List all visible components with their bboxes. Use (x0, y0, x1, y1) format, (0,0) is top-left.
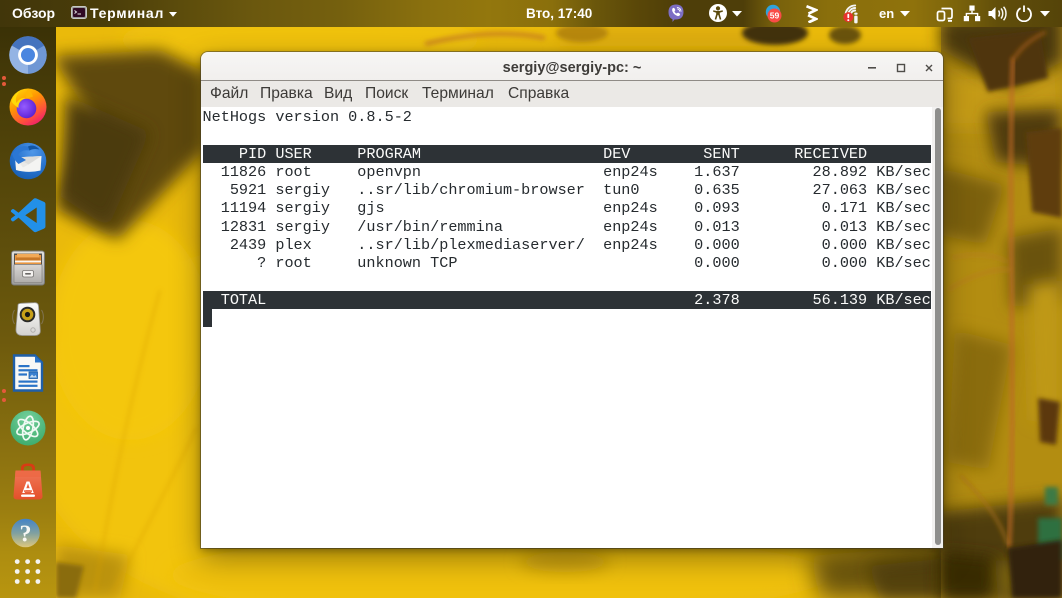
svg-text:?: ? (20, 522, 32, 548)
svg-text:A: A (22, 478, 34, 497)
svg-text:59: 59 (770, 11, 780, 21)
